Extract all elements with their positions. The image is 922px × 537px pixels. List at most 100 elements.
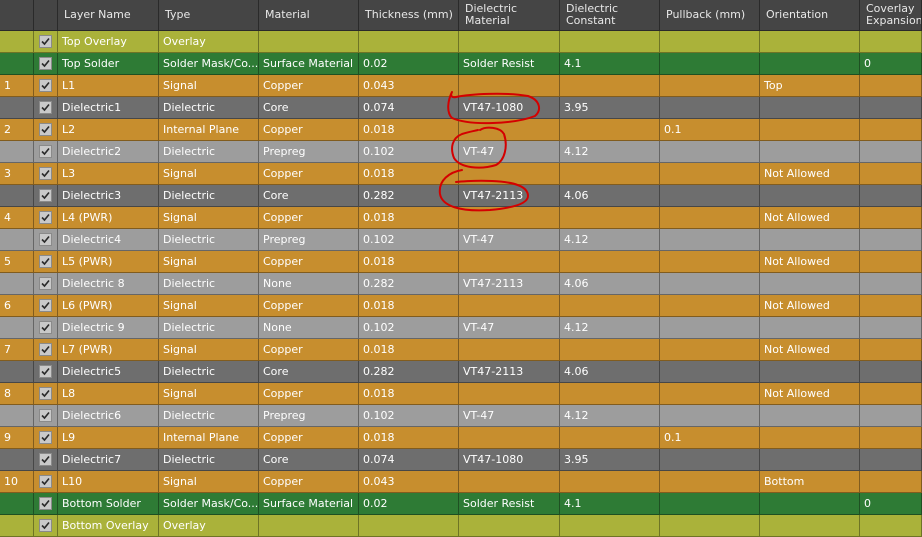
table-row[interactable]: Dielectric3 Dielectric Core 0.282 VT47-2113 4… [0, 185, 922, 207]
checkmark-icon[interactable] [39, 255, 52, 268]
cell-thickness[interactable]: 0.018 [359, 383, 459, 405]
cell-num[interactable]: 5 [0, 251, 34, 273]
cell-pullback[interactable] [660, 383, 760, 405]
header-material[interactable]: Material [259, 0, 359, 31]
cell-pullback[interactable] [660, 251, 760, 273]
layer-visible-checkbox[interactable] [34, 119, 58, 141]
cell-material[interactable]: Core [259, 449, 359, 471]
cell-coverlay[interactable] [860, 75, 922, 97]
cell-orientation[interactable]: Not Allowed [760, 295, 860, 317]
table-row[interactable]: 3 L3 Signal Copper 0.018 Not Allowed [0, 163, 922, 185]
layer-visible-checkbox[interactable] [34, 229, 58, 251]
cell-num[interactable]: 3 [0, 163, 34, 185]
checkmark-icon[interactable] [39, 321, 52, 334]
layer-visible-checkbox[interactable] [34, 449, 58, 471]
layer-visible-checkbox[interactable] [34, 31, 58, 53]
cell-num[interactable] [0, 97, 34, 119]
cell-material[interactable]: Copper [259, 207, 359, 229]
cell-orientation[interactable] [760, 493, 860, 515]
cell-orientation[interactable] [760, 31, 860, 53]
cell-diel-material[interactable]: VT47-2113 [459, 361, 560, 383]
table-row[interactable]: 5 L5 (PWR) Signal Copper 0.018 Not Allowed [0, 251, 922, 273]
cell-thickness[interactable] [359, 31, 459, 53]
cell-material[interactable]: Copper [259, 471, 359, 493]
layer-visible-checkbox[interactable] [34, 207, 58, 229]
cell-diel-constant[interactable]: 3.95 [560, 97, 660, 119]
table-row[interactable]: Top Overlay Overlay [0, 31, 922, 53]
table-row[interactable]: Bottom Solder Solder Mask/Co... Surface Ma… [0, 493, 922, 515]
cell-material[interactable]: Core [259, 97, 359, 119]
cell-num[interactable] [0, 53, 34, 75]
checkmark-icon[interactable] [39, 365, 52, 378]
cell-num[interactable] [0, 229, 34, 251]
cell-diel-constant[interactable] [560, 383, 660, 405]
header-diel-constant[interactable]: Dielectric Constant [560, 0, 660, 31]
cell-pullback[interactable] [660, 31, 760, 53]
cell-diel-material[interactable] [459, 31, 560, 53]
cell-name[interactable]: Top Solder [58, 53, 159, 75]
checkmark-icon[interactable] [39, 299, 52, 312]
cell-name[interactable]: L3 [58, 163, 159, 185]
cell-diel-material[interactable] [459, 383, 560, 405]
cell-diel-constant[interactable]: 4.12 [560, 405, 660, 427]
cell-diel-constant[interactable] [560, 339, 660, 361]
cell-type[interactable]: Dielectric [159, 97, 259, 119]
cell-type[interactable]: Dielectric [159, 229, 259, 251]
cell-pullback[interactable] [660, 163, 760, 185]
cell-num[interactable] [0, 185, 34, 207]
cell-pullback[interactable] [660, 141, 760, 163]
cell-num[interactable]: 10 [0, 471, 34, 493]
cell-num[interactable] [0, 449, 34, 471]
cell-type[interactable]: Signal [159, 339, 259, 361]
cell-diel-material[interactable] [459, 471, 560, 493]
cell-material[interactable] [259, 515, 359, 537]
cell-diel-material[interactable]: VT-47 [459, 317, 560, 339]
cell-pullback[interactable]: 0.1 [660, 119, 760, 141]
cell-diel-constant[interactable]: 4.12 [560, 141, 660, 163]
cell-coverlay[interactable] [860, 295, 922, 317]
table-row[interactable]: Dielectric4 Dielectric Prepreg 0.102 VT-47 4.… [0, 229, 922, 251]
cell-diel-material[interactable] [459, 163, 560, 185]
cell-coverlay[interactable]: 0 [860, 493, 922, 515]
cell-diel-material[interactable] [459, 427, 560, 449]
cell-name[interactable]: Bottom Overlay [58, 515, 159, 537]
cell-name[interactable]: L9 [58, 427, 159, 449]
cell-diel-constant[interactable] [560, 31, 660, 53]
cell-pullback[interactable] [660, 515, 760, 537]
cell-material[interactable]: Copper [259, 163, 359, 185]
cell-type[interactable]: Signal [159, 383, 259, 405]
cell-diel-material[interactable] [459, 515, 560, 537]
cell-orientation[interactable] [760, 427, 860, 449]
cell-pullback[interactable] [660, 229, 760, 251]
cell-diel-material[interactable]: Solder Resist [459, 53, 560, 75]
cell-type[interactable]: Internal Plane [159, 427, 259, 449]
cell-name[interactable]: Dielectric 8 [58, 273, 159, 295]
checkmark-icon[interactable] [39, 145, 52, 158]
cell-type[interactable]: Signal [159, 471, 259, 493]
table-row[interactable]: 2 L2 Internal Plane Copper 0.018 0.1 [0, 119, 922, 141]
header-diel-material[interactable]: Dielectric Material [459, 0, 560, 31]
cell-thickness[interactable]: 0.02 [359, 493, 459, 515]
cell-name[interactable]: Dielectric7 [58, 449, 159, 471]
header-name[interactable]: Layer Name [58, 0, 159, 31]
cell-type[interactable]: Solder Mask/Co... [159, 493, 259, 515]
checkmark-icon[interactable] [39, 123, 52, 136]
cell-type[interactable]: Signal [159, 251, 259, 273]
cell-diel-material[interactable] [459, 339, 560, 361]
cell-coverlay[interactable]: 0 [860, 53, 922, 75]
layer-visible-checkbox[interactable] [34, 273, 58, 295]
cell-material[interactable]: Copper [259, 251, 359, 273]
cell-num[interactable] [0, 141, 34, 163]
cell-thickness[interactable]: 0.043 [359, 75, 459, 97]
cell-diel-constant[interactable] [560, 471, 660, 493]
cell-diel-constant[interactable] [560, 75, 660, 97]
checkmark-icon[interactable] [39, 387, 52, 400]
cell-diel-constant[interactable]: 4.12 [560, 229, 660, 251]
cell-material[interactable]: Prepreg [259, 141, 359, 163]
cell-diel-material[interactable]: VT-47 [459, 141, 560, 163]
cell-num[interactable]: 2 [0, 119, 34, 141]
checkmark-icon[interactable] [39, 79, 52, 92]
cell-coverlay[interactable] [860, 317, 922, 339]
checkmark-icon[interactable] [39, 233, 52, 246]
cell-diel-material[interactable]: VT47-2113 [459, 273, 560, 295]
